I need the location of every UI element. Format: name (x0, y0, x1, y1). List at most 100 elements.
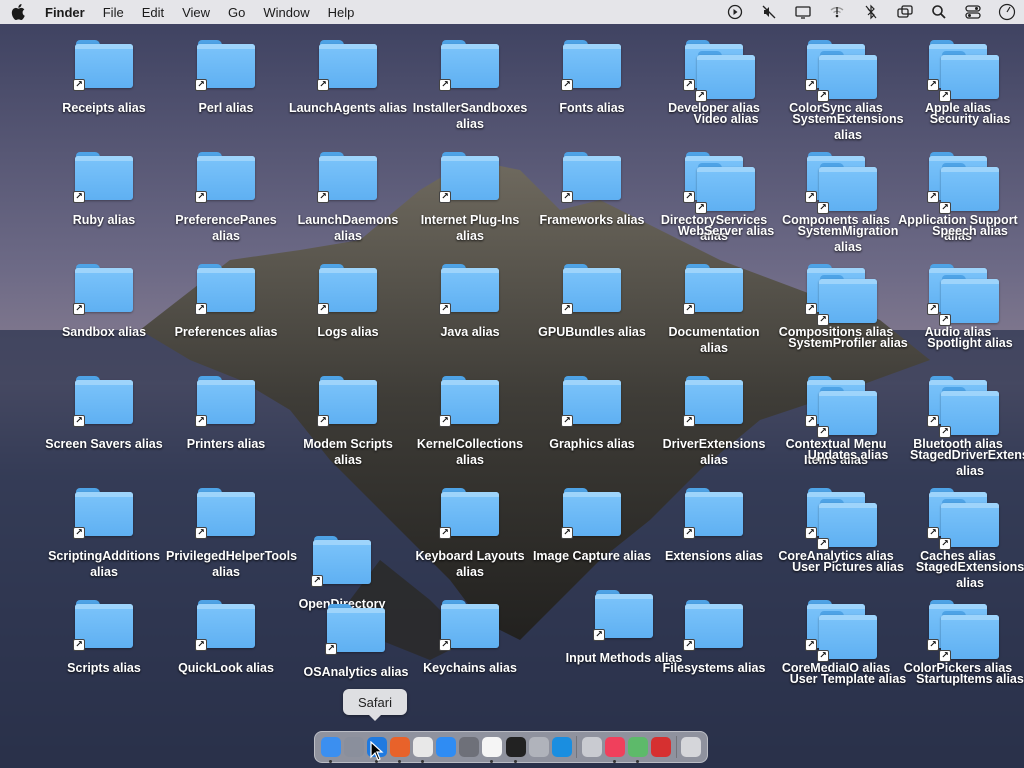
desktop-icon-sandbox-alias[interactable]: ↗ Sandbox alias (44, 262, 164, 340)
alias-arrow-icon: ↗ (73, 303, 85, 315)
desktop-icon-stagedextensions-alias[interactable]: ↗ StagedExtensions alias (910, 497, 1024, 591)
desktop-icon-preferencepanes-alias[interactable]: ↗ PreferencePanes alias (166, 150, 286, 244)
desktop-icon-modem-scripts-alias[interactable]: ↗ Modem Scripts alias (288, 374, 408, 468)
terminal-icon[interactable] (505, 737, 526, 763)
desktop-icon-speech-alias[interactable]: ↗ Speech alias (910, 161, 1024, 239)
desktop-icon-gpubundles-alias[interactable]: ↗ GPUBundles alias (532, 262, 652, 340)
desktop-icon-graphics-alias[interactable]: ↗ Graphics alias (532, 374, 652, 452)
alias-arrow-icon: ↗ (695, 202, 707, 214)
desktop-icon-user-pictures-alias[interactable]: ↗ User Pictures alias (788, 497, 908, 575)
desktop-icon-image-capture-alias[interactable]: ↗ Image Capture alias (532, 486, 652, 564)
music-icon[interactable] (605, 737, 626, 763)
vscode-icon[interactable] (551, 737, 572, 757)
desktop-icon-label: Printers alias (186, 437, 266, 451)
launchpad-icon[interactable] (343, 737, 364, 757)
desktop-icon-quicklook-alias[interactable]: ↗ QuickLook alias (166, 598, 286, 676)
desktop-icon-java-alias[interactable]: ↗ Java alias (410, 262, 530, 340)
desktop-icon-label: QuickLook alias (178, 661, 274, 675)
desktop-icon-video-alias[interactable]: ↗ Video alias (666, 49, 786, 127)
menu-go[interactable]: Go (219, 5, 254, 20)
desktop-icon-systemmigration-alias[interactable]: ↗ SystemMigration alias (788, 161, 908, 255)
play-circle-icon[interactable] (718, 0, 752, 24)
menu-file[interactable]: File (94, 5, 133, 20)
desktop-icon-documentation-alias[interactable]: ↗ Documentation alias (654, 262, 774, 356)
menu-window[interactable]: Window (254, 5, 318, 20)
app-store-icon[interactable] (436, 737, 457, 757)
folder-icon: ↗ (561, 374, 622, 427)
alias-arrow-icon: ↗ (683, 415, 695, 427)
desktop-icon-internet-plug-ins-alias[interactable]: ↗ Internet Plug-Ins alias (410, 150, 530, 244)
desktop-icon-launchagents-alias[interactable]: ↗ LaunchAgents alias (288, 38, 408, 116)
desktop-icon-webserver-alias[interactable]: ↗ WebServer alias (666, 161, 786, 239)
bluetooth-off-icon[interactable] (854, 0, 888, 24)
menu-edit[interactable]: Edit (133, 5, 173, 20)
desktop-icon-logs-alias[interactable]: ↗ Logs alias (288, 262, 408, 340)
system-preferences-icon[interactable] (459, 737, 480, 757)
alias-arrow-icon: ↗ (73, 79, 85, 91)
desktop-icon-launchdaemons-alias[interactable]: ↗ LaunchDaemons alias (288, 150, 408, 244)
folder-icon: ↗ (939, 609, 1000, 662)
desktop-icon-stageddriverextensions-alias[interactable]: ↗ StagedDriverExtensions alias (910, 385, 1024, 479)
desktop-icon-filesystems-alias[interactable]: ↗ Filesystems alias (654, 598, 774, 676)
trash-icon[interactable] (681, 737, 702, 757)
folder-icon: ↗ (939, 49, 1000, 102)
desktop-icon-osanalytics-alias[interactable]: ↗ OSAnalytics alias (296, 602, 416, 680)
screen-mirroring-icon[interactable] (888, 0, 922, 24)
maps-icon[interactable] (628, 737, 649, 763)
desktop-icon-user-template-alias[interactable]: ↗ User Template alias (788, 609, 908, 687)
desktop-icon-fonts-alias[interactable]: ↗ Fonts alias (532, 38, 652, 116)
apple-menu-icon[interactable] (0, 4, 36, 20)
desktop-icon-updates-alias[interactable]: ↗ Updates alias (788, 385, 908, 463)
desktop-icon-receipts-alias[interactable]: ↗ Receipts alias (44, 38, 164, 116)
photo-booth-icon[interactable] (651, 737, 672, 757)
desktop-icon-label: Video alias (693, 112, 759, 126)
speaker-muted-icon[interactable] (752, 0, 786, 24)
simulator-icon[interactable] (581, 737, 602, 757)
desktop-icon-startupitems-alias[interactable]: ↗ StartupItems alias (910, 609, 1024, 687)
chrome-icon[interactable] (413, 737, 434, 763)
desktop-icon-preferences-alias[interactable]: ↗ Preferences alias (166, 262, 286, 340)
desktop-icon-spotlight-alias[interactable]: ↗ Spotlight alias (910, 273, 1024, 351)
desktop-icon-scripts-alias[interactable]: ↗ Scripts alias (44, 598, 164, 676)
folder-icon: ↗ (561, 486, 622, 539)
desktop-icon-security-alias[interactable]: ↗ Security alias (910, 49, 1024, 127)
desktop-icon-printers-alias[interactable]: ↗ Printers alias (166, 374, 286, 452)
firefox-icon[interactable] (389, 737, 410, 763)
wifi-off-icon[interactable] (820, 0, 854, 24)
script-editor-icon[interactable] (528, 737, 549, 757)
desktop-icon-systemprofiler-alias[interactable]: ↗ SystemProfiler alias (788, 273, 908, 351)
folder-icon: ↗ (817, 49, 878, 102)
display-icon[interactable] (786, 0, 820, 24)
alias-arrow-icon: ↗ (939, 426, 951, 438)
desktop-icon-installersandboxes-alias[interactable]: ↗ InstallerSandboxes alias (410, 38, 530, 132)
desktop-icon-kernelcollections-alias[interactable]: ↗ KernelCollections alias (410, 374, 530, 468)
desktop-icon-screen-savers-alias[interactable]: ↗ Screen Savers alias (44, 374, 164, 452)
folder-icon: ↗ (317, 374, 378, 427)
desktop-icon-extensions-alias[interactable]: ↗ Extensions alias (654, 486, 774, 564)
control-center-icon[interactable] (956, 0, 990, 24)
desktop-icon-scriptingadditions-alias[interactable]: ↗ ScriptingAdditions alias (44, 486, 164, 580)
alias-arrow-icon: ↗ (561, 415, 573, 427)
search-icon[interactable] (922, 0, 956, 24)
desktop-icon-privilegedhelpertools-alias[interactable]: ↗ PrivilegedHelperTools alias (166, 486, 297, 580)
menu-help[interactable]: Help (319, 5, 364, 20)
desktop-icon-systemextensions-alias[interactable]: ↗ SystemExtensions alias (788, 49, 908, 143)
textedit-icon[interactable] (482, 737, 503, 763)
finder-icon[interactable] (320, 737, 341, 763)
menu-view[interactable]: View (173, 5, 219, 20)
alias-arrow-icon: ↗ (317, 415, 329, 427)
desktop-icon-frameworks-alias[interactable]: ↗ Frameworks alias (532, 150, 652, 228)
desktop-icon-keyboard-layouts-alias[interactable]: ↗ Keyboard Layouts alias (410, 486, 530, 580)
desktop-icon-ruby-alias[interactable]: ↗ Ruby alias (44, 150, 164, 228)
alias-arrow-icon: ↗ (325, 643, 337, 655)
desktop-icon-label: Screen Savers alias (45, 437, 163, 451)
desktop-icon-perl-alias[interactable]: ↗ Perl alias (166, 38, 286, 116)
folder-icon: ↗ (561, 38, 622, 91)
desktop-icon-driverextensions-alias[interactable]: ↗ DriverExtensions alias (654, 374, 774, 468)
desktop-icon-opendirectory[interactable]: ↗OpenDirectory (282, 534, 402, 612)
alias-arrow-icon: ↗ (817, 90, 829, 102)
desktop-icon-keychains-alias[interactable]: ↗ Keychains alias (410, 598, 530, 676)
app-menu-finder[interactable]: Finder (36, 5, 94, 20)
alias-arrow-icon: ↗ (939, 538, 951, 550)
clock-icon[interactable] (990, 0, 1024, 24)
